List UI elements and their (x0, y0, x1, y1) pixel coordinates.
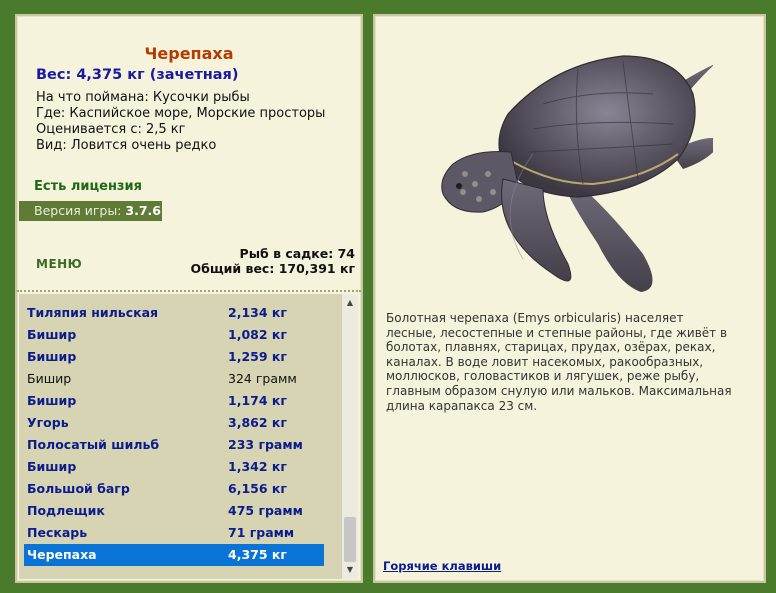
bait-info: На что поймана: Кусочки рыбы (36, 90, 250, 105)
catch-list-row[interactable]: Тиляпия нильская 2,134 кг (24, 302, 324, 324)
catch-fish-weight: 6,156 кг (228, 481, 287, 496)
catch-fish-weight: 3,862 кг (228, 415, 287, 430)
catch-fish-weight: 71 грамм (228, 525, 295, 540)
fish-weight: Вес: 4,375 кг (зачетная) (36, 67, 239, 83)
catch-fish-name: Бишир (27, 459, 77, 474)
catch-list-row[interactable]: Бишир 324 грамм (24, 368, 324, 390)
menu-button[interactable]: МЕНЮ (36, 257, 82, 271)
scroll-thumb[interactable] (344, 517, 356, 562)
scroll-up-icon[interactable]: ▲ (342, 296, 358, 310)
rarity-info: Вид: Ловится очень редко (36, 138, 217, 153)
hotkeys-link[interactable]: Горячие клавиши (383, 559, 501, 573)
catch-list-row[interactable]: Подлещик 475 грамм (24, 500, 324, 522)
catch-fish-name: Тиляпия нильская (27, 305, 159, 320)
scroll-down-icon[interactable]: ▼ (342, 563, 358, 577)
catch-stats: Рыб в садке: 74 Общий вес: 170,391 кг (191, 246, 356, 276)
list-scrollbar[interactable]: ▲ ▼ (341, 294, 358, 579)
catch-fish-weight: 1,174 кг (228, 393, 287, 408)
catch-fish-name: Пескарь (27, 525, 88, 540)
catch-list-row[interactable]: Бишир 1,342 кг (24, 456, 324, 478)
catch-fish-name: Полосатый шильб (27, 437, 160, 452)
catch-list-row[interactable]: Бишир 1,174 кг (24, 390, 324, 412)
catch-list-row[interactable]: Бишир 1,259 кг (24, 346, 324, 368)
catch-fish-name: Подлещик (27, 503, 105, 518)
catch-fish-name: Бишир (27, 349, 77, 364)
catch-list-row[interactable]: Большой багр 6,156 кг (24, 478, 324, 500)
catch-list-row[interactable]: Бишир 1,082 кг (24, 324, 324, 346)
catch-fish-name: Черепаха (27, 547, 97, 562)
value-info: Оценивается с: 2,5 кг (36, 122, 186, 137)
fish-detail-panel: Болотная черепаха (Emys orbicularis) нас… (373, 14, 766, 583)
catch-info-panel: Черепаха Вес: 4,375 кг (зачетная) На что… (15, 14, 363, 583)
catch-fish-name: Угорь (27, 415, 69, 430)
catch-fish-name: Бишир (27, 371, 72, 386)
license-status: Есть лицензия (34, 179, 142, 194)
catch-fish-weight: 324 грамм (228, 371, 297, 386)
catch-fish-name: Бишир (27, 393, 77, 408)
fish-count: Рыб в садке: 74 (239, 246, 355, 261)
catch-fish-weight: 475 грамм (228, 503, 303, 518)
catch-fish-weight: 1,342 кг (228, 459, 287, 474)
catch-list-row[interactable]: Полосатый шильб 233 грамм (24, 434, 324, 456)
catch-fish-name: Большой багр (27, 481, 130, 496)
turtle-image (441, 55, 713, 292)
catch-fish-weight: 233 грамм (228, 437, 303, 452)
catch-list[interactable]: Тиляпия нильская 2,134 кг Бишир 1,082 кг Биш… (19, 294, 341, 579)
catch-fish-weight: 1,082 кг (228, 327, 287, 342)
total-weight: Общий вес: 170,391 кг (190, 261, 356, 276)
catch-list-row[interactable]: Пескарь 71 грамм (24, 522, 324, 544)
version-number: 3.7.6 (125, 203, 161, 218)
location-info: Где: Каспийское море, Морские просторы (36, 106, 326, 121)
catch-list-row[interactable]: Черепаха 4,375 кг (24, 544, 324, 566)
version-badge: Версия игры: 3.7.6 (19, 201, 162, 221)
catch-fish-weight: 4,375 кг (228, 547, 287, 562)
catch-list-row[interactable]: Угорь 3,862 кг (24, 412, 324, 434)
fish-title: Черепаха (144, 44, 234, 63)
catch-fish-name: Бишир (27, 327, 77, 342)
version-label: Версия игры: (34, 203, 122, 218)
catch-fish-weight: 1,259 кг (228, 349, 287, 364)
fish-description: Болотная черепаха (Emys orbicularis) нас… (386, 311, 732, 413)
catch-fish-weight: 2,134 кг (228, 305, 287, 320)
